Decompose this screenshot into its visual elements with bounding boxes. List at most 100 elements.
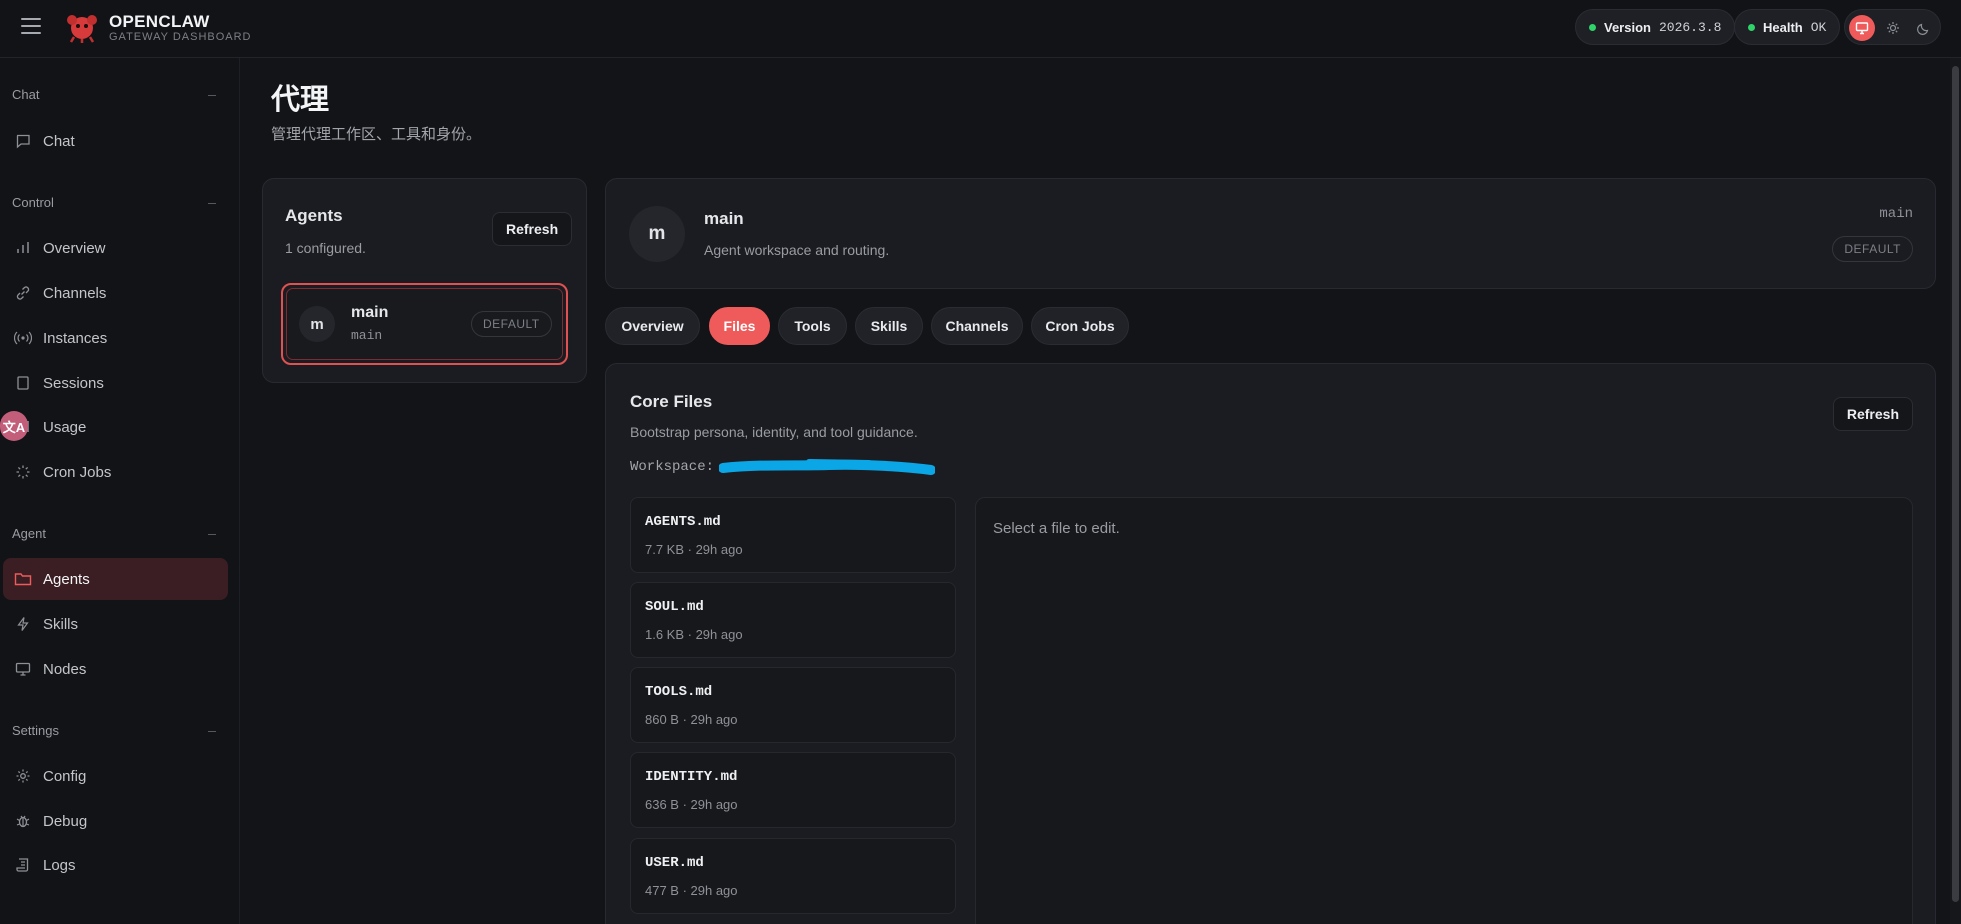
theme-switcher — [1844, 9, 1941, 45]
collapse-icon[interactable] — [208, 731, 216, 732]
sidebar-item-label: Overview — [43, 239, 106, 257]
sidebar-item-label: Instances — [43, 329, 108, 347]
tab-tools[interactable]: Tools — [778, 307, 847, 345]
file-item-tools[interactable]: TOOLS.md 860 B · 29h ago — [630, 667, 956, 743]
sidebar-item-label: Logs — [43, 856, 76, 874]
sidebar-section-control[interactable]: Control — [12, 195, 54, 210]
file-meta: 860 B · 29h ago — [645, 712, 738, 727]
sidebar: Chat Chat Control Overview Channels Inst… — [0, 58, 240, 924]
agent-header-card: m main Agent workspace and routing. main… — [605, 178, 1936, 289]
translate-icon[interactable]: 文A — [0, 411, 28, 441]
agent-id: main — [1879, 206, 1913, 222]
file-name: AGENTS.md — [645, 514, 721, 530]
sidebar-item-skills[interactable]: Skills — [3, 603, 228, 645]
sidebar-item-label: Nodes — [43, 660, 87, 678]
file-item-user[interactable]: USER.md 477 B · 29h ago — [630, 838, 956, 914]
tab-overview[interactable]: Overview — [605, 307, 700, 345]
gear-icon — [13, 766, 33, 786]
health-label: Health — [1763, 19, 1803, 35]
scroll-icon — [13, 855, 33, 875]
empty-editor-message: Select a file to edit. — [993, 520, 1120, 537]
status-dot-icon — [1748, 23, 1755, 31]
agent-description: Agent workspace and routing. — [704, 242, 890, 258]
bar-chart-icon — [13, 238, 33, 258]
spinner-icon — [13, 462, 33, 482]
tab-channels[interactable]: Channels — [931, 307, 1023, 345]
sidebar-item-channels[interactable]: Channels — [3, 272, 228, 314]
sidebar-section-agent[interactable]: Agent — [12, 526, 46, 541]
default-badge: DEFAULT — [471, 311, 552, 337]
page-subtitle: 管理代理工作区、工具和身份。 — [271, 126, 482, 143]
collapse-icon[interactable] — [208, 95, 216, 96]
sidebar-section-chat[interactable]: Chat — [12, 87, 39, 102]
sidebar-item-label: Debug — [43, 812, 88, 830]
sidebar-item-usage[interactable]: Usage — [3, 406, 228, 448]
health-value: OK — [1810, 19, 1827, 35]
sidebar-item-config[interactable]: Config — [3, 755, 228, 797]
sidebar-item-nodes[interactable]: Nodes — [3, 648, 228, 690]
lightning-icon — [13, 614, 33, 634]
version-label: Version — [1604, 19, 1651, 35]
agents-refresh-button[interactable]: Refresh — [492, 212, 573, 246]
sidebar-item-label: Config — [43, 767, 87, 785]
broadcast-icon — [13, 328, 33, 348]
file-editor-panel[interactable]: Select a file to edit. — [975, 497, 1913, 924]
monitor-icon — [1855, 22, 1869, 35]
sidebar-item-label: Usage — [43, 418, 87, 436]
file-item-soul[interactable]: SOUL.md 1.6 KB · 29h ago — [630, 582, 956, 658]
agent-list-item[interactable]: m main main DEFAULT — [281, 283, 568, 365]
avatar: m — [299, 306, 335, 342]
page-title: 代理 — [271, 84, 330, 116]
file-name: IDENTITY.md — [645, 769, 738, 785]
tab-cron-jobs[interactable]: Cron Jobs — [1031, 307, 1129, 345]
sidebar-item-overview[interactable]: Overview — [3, 227, 228, 269]
collapse-icon[interactable] — [208, 203, 216, 204]
folder-icon — [13, 569, 33, 589]
tab-skills[interactable]: Skills — [855, 307, 923, 345]
tab-files[interactable]: Files — [709, 307, 770, 345]
file-item-agents[interactable]: AGENTS.md 7.7 KB · 29h ago — [630, 497, 956, 573]
agent-name: main — [704, 209, 744, 228]
top-bar: OPENCLAW GATEWAY DASHBOARD Version 2026.… — [0, 0, 1961, 58]
scrollbar-thumb[interactable] — [1952, 66, 1959, 902]
redaction-mark — [719, 459, 935, 475]
sidebar-item-label: Sessions — [43, 374, 104, 392]
light-theme-button[interactable] — [1880, 15, 1906, 41]
sidebar-item-label: Chat — [43, 132, 75, 150]
link-icon — [13, 283, 33, 303]
sidebar-item-sessions[interactable]: Sessions — [3, 362, 228, 404]
core-files-description: Bootstrap persona, identity, and tool gu… — [630, 424, 918, 440]
agent-name: main — [351, 304, 389, 321]
moon-icon — [1917, 23, 1929, 35]
openclaw-logo — [67, 15, 97, 43]
sidebar-item-chat[interactable]: Chat — [3, 120, 228, 162]
dark-theme-button[interactable] — [1911, 15, 1937, 41]
sidebar-item-debug[interactable]: Debug — [3, 800, 228, 842]
sidebar-item-label: Skills — [43, 615, 79, 633]
brand-title: OPENCLAW — [109, 12, 210, 31]
agent-id: main — [351, 328, 383, 343]
menu-icon[interactable] — [21, 18, 41, 34]
file-meta: 477 B · 29h ago — [645, 883, 738, 898]
version-value: 2026.3.8 — [1658, 19, 1722, 35]
file-name: USER.md — [645, 855, 704, 871]
collapse-icon[interactable] — [208, 534, 216, 535]
agents-count: 1 configured. — [285, 240, 366, 256]
health-pill: Health OK — [1734, 9, 1841, 45]
sidebar-item-instances[interactable]: Instances — [3, 317, 228, 359]
page-scrollbar[interactable] — [1950, 58, 1961, 924]
message-icon — [13, 131, 33, 151]
sidebar-item-label: Agents — [43, 570, 90, 588]
file-name: TOOLS.md — [645, 684, 713, 700]
sidebar-section-settings[interactable]: Settings — [12, 723, 59, 738]
file-meta: 636 B · 29h ago — [645, 797, 738, 812]
file-name: SOUL.md — [645, 599, 704, 615]
status-dot-icon — [1589, 23, 1596, 31]
file-item-identity[interactable]: IDENTITY.md 636 B · 29h ago — [630, 752, 956, 828]
sidebar-item-agents[interactable]: Agents — [3, 558, 228, 600]
system-theme-button[interactable] — [1849, 15, 1875, 41]
sidebar-item-logs[interactable]: Logs — [3, 844, 228, 886]
file-meta: 7.7 KB · 29h ago — [645, 542, 743, 557]
sidebar-item-cron-jobs[interactable]: Cron Jobs — [3, 451, 228, 493]
core-files-refresh-button[interactable]: Refresh — [1832, 397, 1913, 431]
